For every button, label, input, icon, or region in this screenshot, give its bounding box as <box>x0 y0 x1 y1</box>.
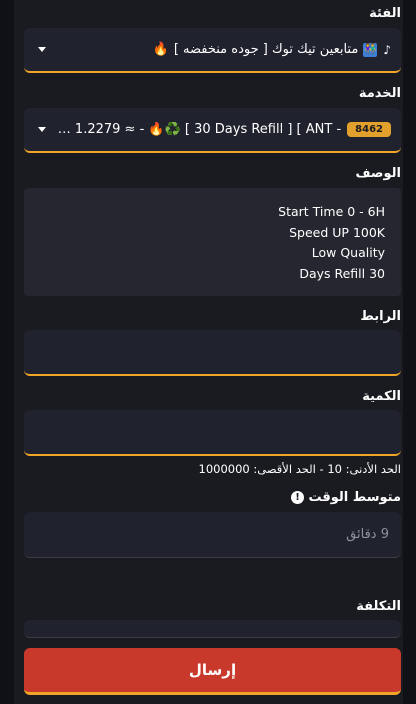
quantity-input[interactable] <box>24 410 401 456</box>
cost-label: التكلفة <box>356 599 401 614</box>
order-form: الفئة ♪ 👫 متابعين تيك توك [ جوده منخفضه … <box>14 0 403 704</box>
category-select[interactable]: ♪ 👫 متابعين تيك توك [ جوده منخفضه ] 🔥 <box>24 28 401 73</box>
service-value: - SAR 1.2279 ≈ - 🔥♻️ [ 30 Days Refill ] … <box>52 122 342 137</box>
fire-icon: 🔥 <box>152 42 169 57</box>
link-input[interactable] <box>24 330 401 376</box>
description-line: Speed UP 100K <box>289 224 385 240</box>
cost-field <box>24 620 401 638</box>
right-rail <box>403 0 416 704</box>
service-label: الخدمة <box>358 86 401 101</box>
quantity-limits-hint: الحد الأدنى: 10 - الحد الأقصى: 1000000 <box>198 462 402 476</box>
category-value: متابعين تيك توك [ جوده منخفضه ] <box>173 42 359 57</box>
chevron-down-icon <box>38 126 46 132</box>
description-line: Days Refill 30 <box>299 265 385 281</box>
chevron-down-icon <box>38 46 46 52</box>
avg-time-field: 9 دقائق <box>24 512 401 558</box>
description-line: Start Time 0 - 6H <box>278 204 385 219</box>
service-select[interactable]: 8462 - SAR 1.2279 ≈ - 🔥♻️ [ 30 Days Refi… <box>24 108 401 153</box>
description-box: Start Time 0 - 6H Speed UP 100K Low Qual… <box>24 188 401 296</box>
submit-button[interactable]: إرسال <box>24 648 401 695</box>
link-label: الرابط <box>360 309 401 324</box>
quantity-label: الكمية <box>362 389 401 404</box>
people-icon: 👫 <box>363 42 378 57</box>
description-label: الوصف <box>355 166 401 181</box>
service-id-badge: 8462 <box>347 122 391 137</box>
avg-time-label: متوسط الوقت ! <box>285 490 401 505</box>
info-icon[interactable]: ! <box>290 491 304 504</box>
left-rail <box>0 0 14 704</box>
tiktok-icon: ♪ <box>383 42 391 57</box>
description-line: Low Quality <box>311 245 385 260</box>
category-label: الفئة <box>369 6 401 21</box>
